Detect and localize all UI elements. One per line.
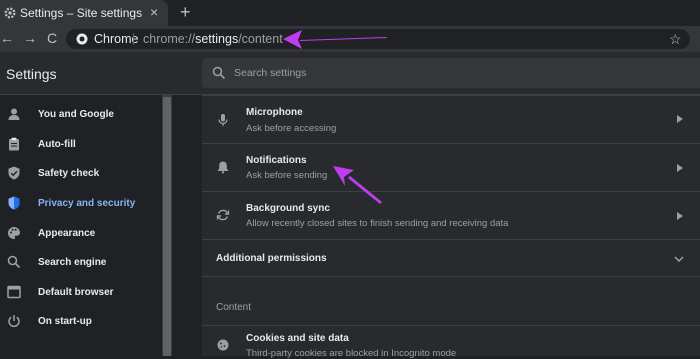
bookmark-star-icon[interactable]: ☆ [669,31,682,48]
sidebar-item-label: On start-up [38,316,92,327]
sidebar-item-default-browser[interactable]: Default browser [0,278,160,307]
site-chip: Chrome [94,32,139,46]
shield-check-icon [8,166,20,180]
gear-icon [4,7,16,19]
cookie-icon [217,339,229,351]
shield-icon [8,196,20,210]
person-icon [8,108,20,120]
content-section-title: Content [216,302,252,313]
reload-button[interactable]: C [47,30,57,46]
chevron-right-icon [677,212,683,220]
sidebar-item-you-and-google[interactable]: You and Google [0,100,160,129]
sidebar-scrollbar-thumb[interactable] [163,97,171,356]
cookies-title: Cookies and site data [246,333,349,344]
content-gutter [172,95,202,356]
search-placeholder: Search settings [234,67,307,79]
url-path-bold: settings [195,32,239,46]
microphone-row[interactable] [202,96,700,143]
sidebar-item-privacy-and-security[interactable]: Privacy and security [0,189,160,218]
sidebar-item-label: Default browser [38,287,114,298]
browser-icon [7,285,21,299]
additional-permissions-title: Additional permissions [216,253,327,264]
notifications-row[interactable] [202,144,700,191]
sidebar-item-label: Safety check [38,168,100,179]
sync-icon [216,209,230,221]
sidebar-item-label: Privacy and security [38,198,136,209]
sidebar-item-label: Search engine [38,257,107,268]
search-icon [212,66,226,80]
background-sync-row[interactable] [202,192,700,239]
sidebar-item-auto-fill[interactable]: Auto-fill [0,130,160,159]
background-sync-subtitle: Allow recently closed sites to finish se… [246,218,509,229]
background-sync-title: Background sync [246,203,330,214]
url-suffix: /content [238,32,283,46]
sidebar-item-appearance[interactable]: Appearance [0,219,160,248]
search-icon [7,255,21,269]
forward-button[interactable]: → [23,30,37,46]
url-text[interactable]: chrome://settings/content [143,32,283,46]
microphone-icon [218,114,228,126]
chevron-right-icon [677,164,683,172]
cookies-subtitle: Third-party cookies are blocked in Incog… [246,348,457,359]
sidebar-item-label: Auto-fill [38,139,76,150]
row-divider [202,276,700,277]
sidebar-item-label: You and Google [38,109,114,120]
notifications-title: Notifications [246,155,307,166]
new-tab-button[interactable]: + [180,2,191,22]
bell-icon [217,161,229,174]
chevron-down-icon [674,256,684,262]
palette-icon [8,227,20,239]
sidebar-item-on-start-up[interactable]: On start-up [0,307,160,336]
chevron-right-icon [677,115,683,123]
tab-title: Settings – Site settings [20,6,143,20]
site-info-icon[interactable] [76,33,88,45]
url-prefix: chrome:// [143,32,196,46]
sidebar-item-safety-check[interactable]: Safety check [0,159,160,188]
power-icon [8,315,20,328]
microphone-title: Microphone [246,107,303,118]
sidebar-item-label: Appearance [38,228,96,239]
close-icon[interactable]: × [150,4,158,20]
clipboard-icon [9,137,19,151]
back-button[interactable]: ← [0,30,14,46]
page-title: Settings [6,66,57,82]
sidebar-item-search-engine[interactable]: Search engine [0,248,160,277]
notifications-subtitle: Ask before sending [246,170,328,181]
microphone-subtitle: Ask before accessing [246,123,337,134]
address-separator [133,33,134,45]
